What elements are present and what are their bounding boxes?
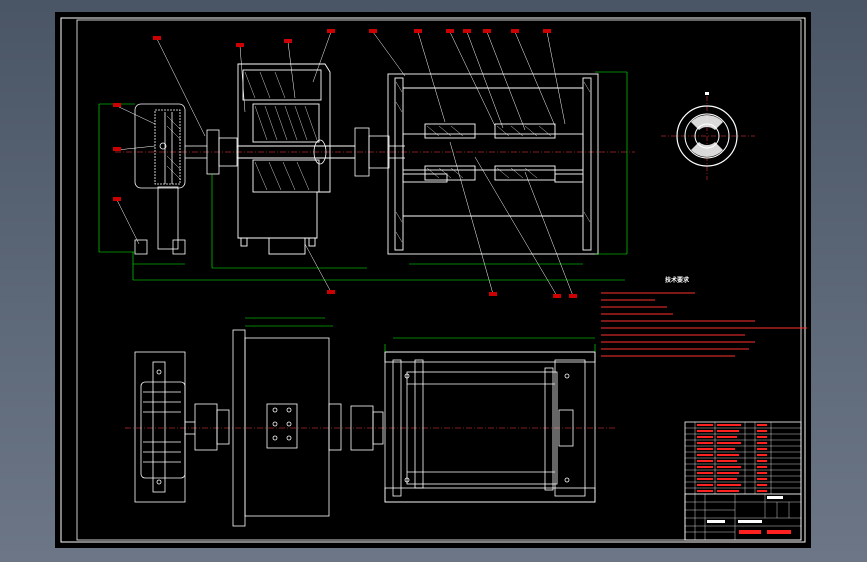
technical-notes: 技术要求 <box>601 276 807 357</box>
end-view <box>661 92 755 180</box>
drawing-sheet: 技术要求 <box>55 12 811 548</box>
top-plan-view <box>125 317 615 527</box>
motor-housing <box>237 63 355 255</box>
notes-title: 技术要求 <box>665 276 690 284</box>
front-section-view <box>98 29 635 298</box>
title-block <box>684 493 802 541</box>
cad-drawing: 技术要求 <box>60 17 807 543</box>
front-callouts <box>113 29 577 298</box>
